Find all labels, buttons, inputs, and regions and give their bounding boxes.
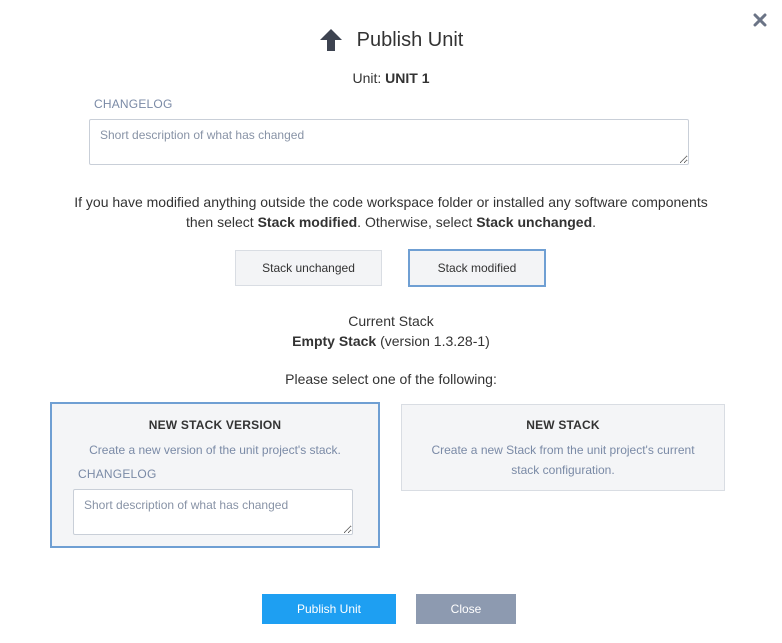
unit-line: Unit: UNIT 1 bbox=[0, 70, 782, 86]
new-stack-version-card[interactable]: NEW STACK VERSION Create a new version o… bbox=[50, 402, 380, 548]
stack-info-text: If you have modified anything outside th… bbox=[40, 192, 742, 232]
unit-name: UNIT 1 bbox=[385, 70, 430, 86]
info-period: . bbox=[592, 214, 597, 230]
current-stack-heading: Current Stack bbox=[348, 313, 434, 329]
changelog-label: CHANGELOG bbox=[94, 97, 173, 111]
current-stack-version: (version 1.3.28-1) bbox=[380, 333, 490, 349]
new-stack-card[interactable]: NEW STACK Create a new Stack from the un… bbox=[401, 404, 725, 491]
dialog-header: Publish Unit bbox=[0, 28, 782, 52]
info-then-select: then select bbox=[185, 214, 254, 230]
info-line1: If you have modified anything outside th… bbox=[74, 194, 708, 210]
info-stack-unchanged: Stack unchanged bbox=[476, 214, 593, 230]
options-prompt: Please select one of the following: bbox=[285, 371, 497, 387]
stack-unchanged-button[interactable]: Stack unchanged bbox=[235, 250, 382, 286]
unit-label: Unit: bbox=[352, 70, 382, 86]
new-stack-version-changelog-input[interactable] bbox=[73, 489, 353, 535]
changelog-input[interactable] bbox=[89, 119, 689, 165]
close-button[interactable]: Close bbox=[416, 594, 516, 624]
close-icon[interactable] bbox=[752, 12, 768, 28]
new-stack-description: Create a new Stack from the unit project… bbox=[402, 440, 724, 480]
arrow-up-icon bbox=[319, 29, 342, 51]
stack-modified-button[interactable]: Stack modified bbox=[408, 249, 546, 287]
new-stack-version-description: Create a new version of the unit project… bbox=[89, 443, 341, 457]
current-stack-info: Current Stack Empty Stack (version 1.3.2… bbox=[0, 311, 782, 351]
new-stack-version-title: NEW STACK VERSION bbox=[148, 418, 282, 432]
dialog-title: Publish Unit bbox=[356, 28, 464, 51]
publish-unit-button[interactable]: Publish Unit bbox=[262, 594, 396, 624]
current-stack-name: Empty Stack bbox=[292, 333, 377, 349]
new-stack-description-line2: stack configuration. bbox=[511, 463, 615, 477]
info-stack-modified: Stack modified bbox=[257, 214, 358, 230]
info-otherwise: . Otherwise, select bbox=[357, 214, 473, 230]
new-stack-version-changelog-label: CHANGELOG bbox=[78, 467, 157, 481]
new-stack-title: NEW STACK bbox=[526, 418, 600, 432]
new-stack-description-line1: Create a new Stack from the unit project… bbox=[431, 443, 695, 457]
